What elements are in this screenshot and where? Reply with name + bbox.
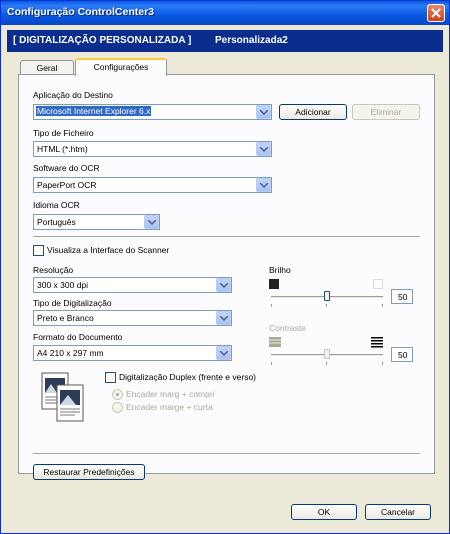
add-button-label: Adicionar xyxy=(295,107,331,117)
scan-type-value: Preto e Branco xyxy=(37,313,94,323)
remove-button-label: Eliminar xyxy=(370,107,402,117)
file-type-label: Tipo de Ficheiro xyxy=(33,128,94,138)
separator xyxy=(33,453,420,455)
configuration-window: Configuração ControlCenter3 [ DIGITALIZA… xyxy=(0,0,450,534)
resolution-label: Resolução xyxy=(33,265,74,275)
tab-settings-label: Configurações xyxy=(93,62,149,72)
chevron-down-icon xyxy=(216,346,231,360)
tick xyxy=(326,304,327,307)
chevron-down-icon xyxy=(256,105,271,119)
tab-settings[interactable]: Configurações xyxy=(75,58,167,76)
ok-button[interactable]: OK xyxy=(291,504,357,520)
target-app-select[interactable]: Microsoft Internet Explorer 6.x xyxy=(33,104,272,120)
remove-button[interactable]: Eliminar xyxy=(352,104,420,120)
resolution-value: 300 x 300 dpi xyxy=(37,280,89,290)
doc-size-select[interactable]: A4 210 x 297 mm xyxy=(33,345,232,361)
short-edge-label: Encader marge + curta xyxy=(126,402,213,412)
ocr-language-value: Português xyxy=(37,217,76,227)
brightness-value[interactable]: 50 xyxy=(391,289,413,304)
cancel-button[interactable]: Cancelar xyxy=(365,504,431,520)
dark-square-icon xyxy=(269,279,279,289)
ok-button-label: OK xyxy=(317,507,331,517)
light-square-icon xyxy=(373,279,383,289)
ocr-software-label: Software do OCR xyxy=(33,163,100,173)
restore-defaults-label: Restaurar Predefinições xyxy=(43,467,135,477)
tab-general-label: Geral xyxy=(36,63,58,73)
file-type-value: HTML (*.htm) xyxy=(37,144,88,154)
target-app-label: Aplicação do Destino xyxy=(33,90,113,100)
resolution-select[interactable]: 300 x 300 dpi xyxy=(33,277,232,293)
scan-type-label: Tipo de Digitalização xyxy=(33,298,112,308)
ocr-language-label: Idioma OCR xyxy=(33,200,80,210)
chevron-down-icon xyxy=(216,311,231,325)
doc-size-label: Formato do Documento xyxy=(33,332,123,342)
contrast-slider[interactable] xyxy=(324,349,330,359)
ocr-language-select[interactable]: Português xyxy=(33,214,160,230)
scanner-ui-label: Visualiza a Interface do Scanner xyxy=(47,245,170,255)
long-edge-label: Encader marg + compri xyxy=(126,389,215,399)
close-icon xyxy=(431,8,441,18)
section-header: [ DIGITALIZAÇÃO PERSONALIZADA ] Personal… xyxy=(7,30,443,52)
window-title: Configuração ControlCenter3 xyxy=(7,6,155,18)
profile-name: Personalizada2 xyxy=(215,35,288,46)
tick xyxy=(271,362,272,365)
tick xyxy=(326,362,327,365)
tick xyxy=(271,304,272,307)
high-contrast-icon xyxy=(371,337,383,348)
scan-type-select[interactable]: Preto e Branco xyxy=(33,310,232,326)
title-bar[interactable]: Configuração ControlCenter3 xyxy=(1,1,449,25)
low-contrast-icon xyxy=(269,337,281,347)
brightness-label: Brilho xyxy=(269,265,291,275)
separator xyxy=(33,236,420,238)
ocr-software-select[interactable]: PaperPort OCR xyxy=(33,177,272,193)
target-app-value: Microsoft Internet Explorer 6.x xyxy=(36,106,152,116)
duplex-document-icon xyxy=(41,372,84,422)
chevron-down-icon xyxy=(256,142,271,156)
brightness-slider[interactable] xyxy=(324,291,330,301)
close-button[interactable] xyxy=(427,4,445,22)
contrast-value[interactable]: 50 xyxy=(391,347,413,362)
scanner-ui-checkbox[interactable] xyxy=(33,245,44,256)
chevron-down-icon xyxy=(216,278,231,292)
duplex-checkbox[interactable] xyxy=(105,372,116,383)
long-edge-radio[interactable] xyxy=(112,389,123,400)
restore-defaults-button[interactable]: Restaurar Predefinições xyxy=(33,464,145,480)
chevron-down-icon xyxy=(256,178,271,192)
duplex-label: Digitalização Duplex (frente e verso) xyxy=(119,372,257,382)
doc-size-value: A4 210 x 297 mm xyxy=(37,348,104,358)
add-button[interactable]: Adicionar xyxy=(279,104,347,120)
settings-panel: Aplicação do Destino Microsoft Internet … xyxy=(18,74,435,480)
contrast-label: Contraste xyxy=(269,323,306,333)
short-edge-radio[interactable] xyxy=(112,402,123,413)
tick xyxy=(382,304,383,307)
tick xyxy=(382,362,383,365)
ocr-software-value: PaperPort OCR xyxy=(37,180,97,190)
section-title: [ DIGITALIZAÇÃO PERSONALIZADA ] xyxy=(13,35,192,46)
cancel-button-label: Cancelar xyxy=(380,507,416,517)
chevron-down-icon xyxy=(144,215,159,229)
file-type-select[interactable]: HTML (*.htm) xyxy=(33,141,272,157)
